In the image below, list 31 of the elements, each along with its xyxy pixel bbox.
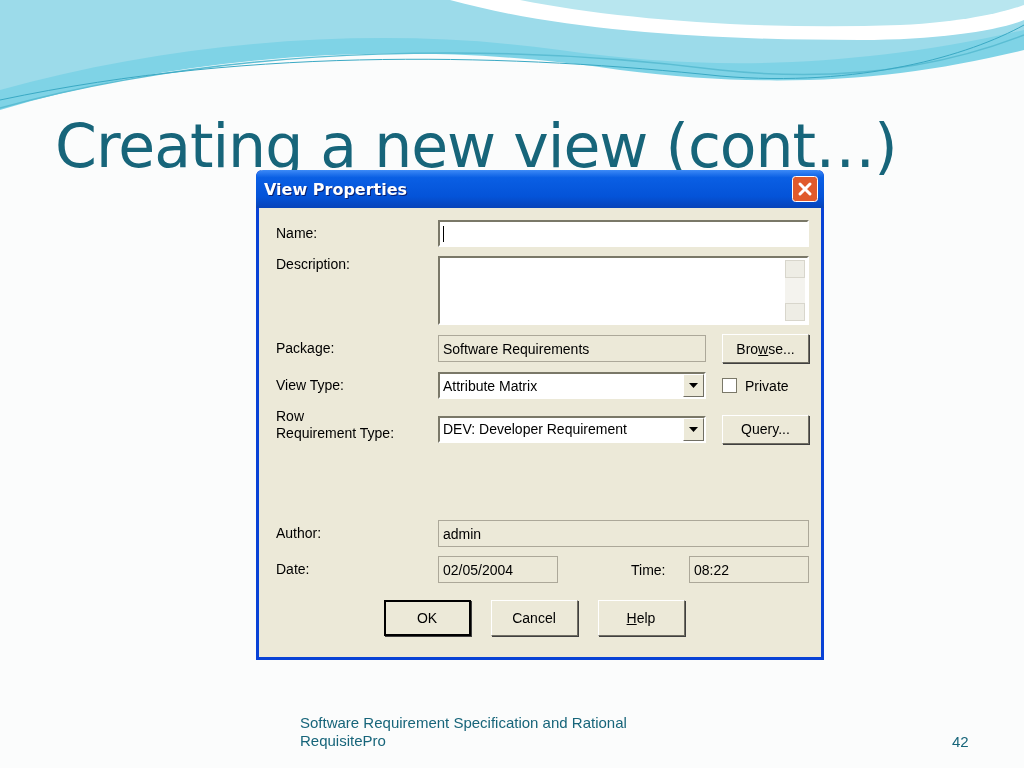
dropdown-value: DEV: Developer Requirement	[443, 421, 627, 437]
field-label: Time:	[631, 561, 667, 578]
text-area[interactable]	[438, 256, 809, 325]
page-number: 42	[952, 733, 969, 750]
field-label: Date:	[276, 561, 311, 578]
readonly-field: admin	[438, 520, 809, 547]
footer-text: Software Requirement Specification and Rational RequisitePro	[300, 714, 628, 750]
dropdown[interactable]: DEV: Developer Requirement	[438, 415, 706, 443]
close-icon[interactable]	[792, 176, 818, 202]
checkbox-label: Private	[745, 377, 789, 394]
readonly-field: 02/05/2004	[438, 556, 558, 583]
field-label: Name:	[276, 225, 319, 242]
scrollbar[interactable]	[785, 260, 805, 321]
readonly-field: 08:22	[689, 556, 809, 583]
dialog-button[interactable]: Browse...	[722, 334, 809, 363]
dialog-button[interactable]: Cancel	[490, 600, 578, 636]
checkbox[interactable]	[722, 378, 737, 393]
field-label: View Type:	[276, 377, 345, 394]
field-label: Package:	[276, 340, 336, 357]
field-label: Row Requirement Type:	[276, 408, 396, 442]
dropdown-value: Attribute Matrix	[443, 377, 538, 394]
access-key-letter: w	[758, 340, 769, 357]
dropdown[interactable]: Attribute Matrix	[438, 372, 706, 399]
field-label: Description:	[276, 256, 351, 273]
dialog-button[interactable]: OK	[383, 600, 471, 636]
dialog-button[interactable]: Help	[597, 600, 685, 636]
text-field[interactable]	[438, 220, 809, 247]
access-key-letter: H	[626, 610, 637, 626]
readonly-field: Software Requirements	[438, 335, 706, 362]
field-label: Author:	[276, 525, 323, 542]
dialog-button[interactable]: Query...	[722, 414, 809, 444]
